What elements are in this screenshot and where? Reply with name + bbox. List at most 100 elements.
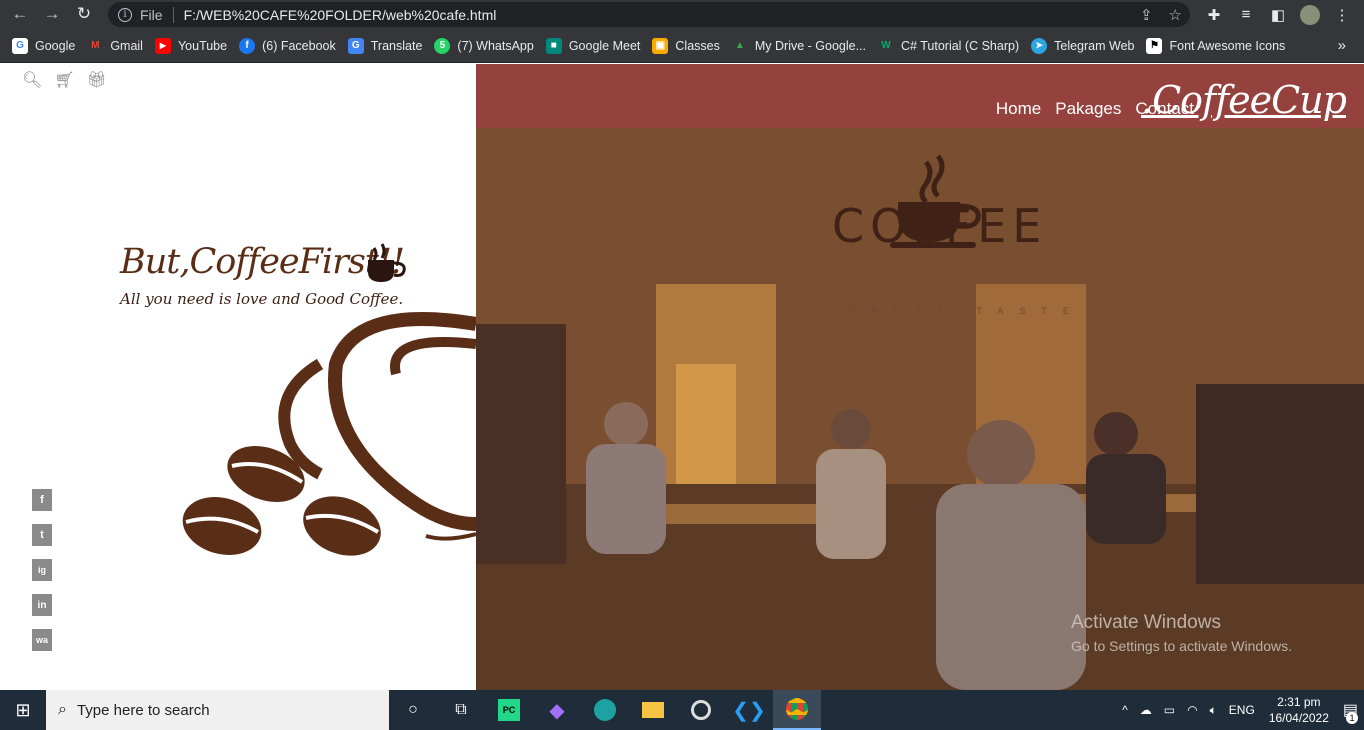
url-scheme: File: [140, 6, 163, 23]
info-icon[interactable]: i: [118, 7, 132, 22]
task-view-icon[interactable]: ⧉: [437, 690, 485, 730]
vscode-icon[interactable]: ❮❯: [725, 690, 773, 730]
cart-icon[interactable]: 🛒︎: [54, 70, 74, 90]
bookmark-label: Google: [35, 38, 76, 53]
windows-start-icon[interactable]: ⊞: [0, 690, 46, 730]
wifi-icon[interactable]: ◠: [1187, 703, 1197, 717]
search-icon[interactable]: 🔍︎: [22, 70, 42, 90]
youtube-icon: ▶: [154, 37, 171, 54]
reload-icon[interactable]: ↻: [70, 0, 98, 28]
webpage: 🔍︎ 🛒︎ 🎁︎ But,CoffeeFirst!! All you need …: [0, 64, 1364, 690]
bookmark-label: (7) WhatsApp: [457, 38, 534, 53]
forward-icon[interactable]: →: [38, 0, 66, 28]
bookmark-label: Telegram Web: [1054, 38, 1135, 53]
back-icon[interactable]: ←: [6, 0, 34, 28]
bookmark-label: Translate: [370, 38, 423, 53]
google-icon: G: [12, 37, 28, 54]
meet-icon: ■: [545, 37, 562, 54]
instagram-icon[interactable]: ig: [32, 559, 52, 581]
chrome-icon[interactable]: [773, 690, 821, 730]
site-header: Home Pakages Contact .CoffeeCup: [476, 64, 1364, 128]
notification-icon[interactable]: ▤ 1: [1343, 700, 1358, 724]
bookmark-label: Gmail: [110, 38, 143, 53]
bookmarks-bar: G Google M Gmail ▶ YouTube f (6) Facebook GT…: [0, 29, 1364, 63]
clock-time: 2:31 pm: [1277, 695, 1321, 709]
battery-icon[interactable]: ▭: [1164, 703, 1175, 717]
left-panel: 🔍︎ 🛒︎ 🎁︎ But,CoffeeFirst!! All you need …: [0, 64, 476, 690]
twitter-icon[interactable]: t: [32, 524, 52, 546]
bookmark-csharp[interactable]: W C# Tutorial (C Sharp): [878, 38, 1019, 54]
classroom-icon: ▣: [652, 37, 669, 54]
bookmark-label: Google Meet: [568, 38, 641, 53]
system-tray: ^ ☁ ▭ ◠ 🔈︎ ENG 2:31 pm 16/04/2022 ▤ 1: [1116, 690, 1364, 730]
nav-pakages[interactable]: Pakages: [1055, 99, 1121, 119]
cortana-icon[interactable]: ○: [389, 690, 437, 730]
whatsapp-icon: 5: [434, 37, 451, 54]
bookmark-gmail[interactable]: M Gmail: [87, 38, 143, 54]
drive-icon: ▲: [734, 40, 745, 51]
bookmark-label: (6) Facebook: [262, 38, 336, 53]
onedrive-icon[interactable]: ☁: [1140, 703, 1152, 717]
clock-date: 16/04/2022: [1268, 711, 1329, 725]
bookmark-whatsapp[interactable]: 5 (7) WhatsApp: [434, 37, 534, 54]
file-explorer-icon[interactable]: [629, 690, 677, 730]
utility-icons: 🔍︎ 🛒︎ 🎁︎: [22, 70, 107, 90]
w3schools-icon: W: [881, 40, 891, 51]
pycharm-icon[interactable]: PC: [485, 690, 533, 730]
tagline: But,CoffeeFirst!!: [120, 242, 405, 282]
reading-list-icon[interactable]: ≡: [1234, 0, 1258, 29]
activate-windows-subtitle: Go to Settings to activate Windows.: [1071, 638, 1292, 654]
recorder-icon[interactable]: [677, 690, 725, 730]
menu-icon[interactable]: ⋮: [1332, 0, 1352, 29]
address-bar[interactable]: i File F:/WEB%20CAFE%20FOLDER/web%20cafe…: [108, 2, 1190, 27]
share-icon[interactable]: ⇪: [1140, 6, 1153, 24]
bookmark-facebook[interactable]: f (6) Facebook: [239, 37, 336, 54]
bookmark-label: C# Tutorial (C Sharp): [901, 38, 1020, 53]
bookmark-classes[interactable]: ▣ Classes: [652, 37, 720, 54]
translate-icon: G: [347, 37, 364, 54]
bookmark-label: Classes: [675, 38, 720, 53]
bookmark-label: YouTube: [177, 38, 228, 53]
clock[interactable]: 2:31 pm 16/04/2022: [1269, 694, 1329, 726]
coffee-logo-subtitle: GREAT TASTE: [848, 306, 1085, 316]
gift-icon[interactable]: 🎁︎: [87, 70, 107, 90]
edge-icon[interactable]: [581, 690, 629, 730]
telegram-icon: ➤: [1031, 37, 1048, 54]
coffee-cup-icon: [368, 243, 406, 282]
bookmark-telegram[interactable]: ➤ Telegram Web: [1031, 37, 1135, 54]
linkedin-icon[interactable]: in: [32, 594, 52, 616]
brand-logo[interactable]: .CoffeeCup: [1141, 78, 1347, 122]
notification-count: 1: [1346, 712, 1358, 724]
chevron-up-icon[interactable]: ^: [1122, 703, 1128, 717]
nav-home[interactable]: Home: [996, 99, 1041, 119]
bookmark-youtube[interactable]: ▶ YouTube: [154, 37, 228, 54]
coffee-illustration: [182, 312, 476, 556]
url-text[interactable]: F:/WEB%20CAFE%20FOLDER/web%20cafe.html: [184, 7, 497, 23]
extensions-icon[interactable]: ✚: [1202, 0, 1226, 29]
volume-icon[interactable]: 🔈︎: [1210, 703, 1217, 718]
search-placeholder: Type here to search: [76, 701, 210, 719]
divider: [172, 6, 174, 23]
side-panel-icon[interactable]: ◧: [1266, 0, 1290, 29]
bookmark-google[interactable]: G Google: [12, 37, 76, 54]
language-indicator[interactable]: ENG: [1229, 703, 1255, 717]
bookmark-translate[interactable]: G Translate: [347, 37, 423, 54]
whatsapp-icon[interactable]: wa: [32, 629, 52, 651]
taskbar: ⊞ ⌕ Type here to search ○ ⧉ PC ◆ ❮❯ ^ ☁ …: [0, 690, 1364, 730]
bookmark-meet[interactable]: ■ Google Meet: [545, 37, 641, 54]
hero-image: COFFEE GREAT TASTE Home Pakages Contact …: [476, 64, 1364, 690]
facebook-icon[interactable]: f: [32, 489, 52, 511]
bookmark-fontawesome[interactable]: ⚑ Font Awesome Icons: [1146, 37, 1285, 54]
browser-toolbar: ← → ↻ i File F:/WEB%20CAFE%20FOLDER/web%…: [0, 0, 1364, 29]
search-icon: ⌕: [58, 701, 67, 718]
taskbar-search[interactable]: ⌕ Type here to search: [46, 690, 389, 730]
visual-studio-icon[interactable]: ◆: [533, 690, 581, 730]
flag-icon: ⚑: [1146, 37, 1163, 54]
avatar[interactable]: [1298, 0, 1322, 29]
bookmark-drive[interactable]: ▲ My Drive - Google...: [732, 38, 866, 54]
more-bookmarks-icon[interactable]: »: [1338, 37, 1346, 54]
bookmark-label: My Drive - Google...: [754, 38, 867, 53]
star-icon[interactable]: ☆: [1169, 6, 1182, 24]
facebook-icon: f: [239, 37, 256, 54]
coffee-logo-text: COFFEE: [832, 199, 1048, 253]
